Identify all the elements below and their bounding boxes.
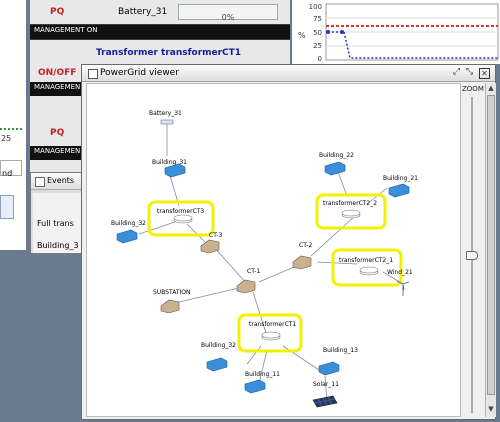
chart-tick-25: 25 — [313, 42, 322, 50]
zoom-panel: ZOOM — [462, 83, 484, 417]
graph-canvas[interactable]: Battery_31 Building_31 Building_32 trans… — [86, 83, 461, 417]
node-label-b21: Building_21 — [383, 175, 418, 182]
building-icon — [318, 361, 340, 376]
onoff-label: ON/OFF — [38, 68, 77, 78]
node-label-wind: Wind_21 — [387, 269, 413, 276]
node-label-b32a: Building_32 — [111, 220, 146, 227]
chart-window: % 100 75 50 25 0 — [292, 0, 500, 64]
maximize-icon[interactable]: ⤡ — [465, 68, 474, 77]
node-label-t22: transformerCT2_2 — [323, 200, 377, 207]
transformer-icon-top — [341, 209, 361, 217]
events-title: Events — [47, 176, 75, 185]
node-label-b31: Building_31 — [152, 159, 187, 166]
chart-tick-50: 50 — [313, 29, 322, 37]
chart-tick-100: 100 — [309, 3, 322, 11]
node-wind-21[interactable]: Wind_21 — [387, 269, 413, 296]
node-label-t1: transformerCT1 — [249, 321, 296, 328]
node-transformer-ct3[interactable]: transformerCT3 — [147, 200, 215, 237]
building-icon — [116, 229, 138, 244]
close-icon[interactable]: ✕ — [479, 68, 490, 79]
building-icon — [324, 161, 346, 176]
zoom-label: ZOOM — [462, 85, 484, 93]
battery-row: PQ Battery_31 0% — [30, 0, 290, 24]
left-chart-baseline — [0, 128, 22, 130]
node-label-b13: Building_13 — [323, 347, 358, 354]
minimize-icon[interactable]: ⤢ — [452, 68, 461, 77]
node-building-22[interactable]: Building_22 — [319, 152, 354, 176]
graph-svg: Battery_31 Building_31 Building_32 trans… — [111, 110, 418, 408]
left-button[interactable] — [0, 195, 14, 219]
building-icon — [388, 183, 410, 198]
events-header: Events — [31, 173, 86, 190]
transformer-title: Transformer transformerCT1 — [96, 48, 242, 58]
battery-name: Battery_31 — [118, 7, 168, 17]
chart-svg: % 100 75 50 25 0 — [298, 3, 499, 63]
building-icon — [244, 379, 266, 394]
scroll-down-arrow[interactable]: ▼ — [487, 405, 495, 413]
scroll-thumb[interactable] — [487, 95, 495, 395]
chart-blue-series — [328, 31, 498, 59]
transformer-icon-top — [261, 331, 281, 339]
node-label-ct2: CT-2 — [299, 242, 312, 249]
house-icon — [292, 255, 312, 270]
left-field-text: nd — [2, 169, 13, 178]
chart-blue-point-2 — [340, 30, 344, 34]
viewer-window-icon — [88, 69, 98, 79]
events-row-2[interactable]: Building_3 — [37, 241, 79, 250]
node-label-solar: Solar_11 — [313, 381, 339, 388]
management-label-1: MANAGEMENT ON — [30, 25, 290, 39]
battery-progress-text: 0% — [221, 13, 235, 22]
node-building-13[interactable]: Building_13 — [318, 347, 358, 376]
battery-icon — [160, 119, 174, 125]
node-label-b32b: Building_32 — [201, 342, 236, 349]
node-transformer-ct1[interactable]: transformerCT1 — [237, 313, 303, 353]
house-icon — [200, 239, 220, 254]
edge-ct3-ct1 — [212, 245, 248, 285]
node-building-11[interactable]: Building_11 — [244, 371, 280, 394]
node-label-ct3: CT-3 — [209, 232, 222, 239]
house-icon — [160, 299, 180, 314]
vertical-scrollbar[interactable]: ▲ ▼ — [485, 83, 496, 417]
node-label-ct1: CT-1 — [247, 268, 260, 275]
powergrid-viewer-window: PowerGrid viewer ⤢ ⤡ ✕ Battery_31 Buildi… — [81, 64, 496, 420]
node-ct-1[interactable]: CT-1 — [236, 268, 260, 294]
node-label-b22: Building_22 — [319, 152, 354, 159]
events-row-1[interactable]: Full trans — [37, 219, 74, 228]
node-label-battery: Battery_31 — [149, 110, 182, 117]
events-list: Full trans Building_3 — [33, 193, 84, 253]
node-ct-2[interactable]: CT-2 — [292, 242, 312, 270]
pq-label-2: PQ — [50, 128, 65, 138]
left-app-window: 25 nd — [0, 0, 26, 250]
node-building-32-left[interactable]: Building_32 — [111, 220, 146, 244]
events-checkbox[interactable] — [35, 177, 45, 187]
scroll-up-arrow[interactable]: ▲ — [487, 84, 495, 92]
node-battery-31[interactable]: Battery_31 — [149, 110, 182, 125]
edge-b32b-t1 — [246, 345, 262, 365]
battery-progress: 0% — [178, 4, 278, 22]
viewer-title: PowerGrid viewer — [100, 68, 179, 78]
node-label-t3: transformerCT3 — [157, 208, 204, 215]
transformer-icon-top — [173, 214, 193, 222]
chart-tick-0: 0 — [318, 55, 322, 63]
chart-ylabel: % — [298, 31, 306, 40]
left-field[interactable]: nd — [0, 160, 22, 178]
node-building-21[interactable]: Building_21 — [383, 175, 418, 198]
node-transformer-ct2-2[interactable]: transformerCT2_2 — [315, 193, 387, 230]
node-label-sub: SUBSTATION — [153, 289, 191, 296]
events-panel: Events Full trans Building_3 — [30, 172, 86, 254]
node-building-31[interactable]: Building_31 — [152, 159, 187, 178]
building-icon — [206, 357, 228, 372]
zoom-slider-handle[interactable] — [466, 251, 478, 260]
chart-blue-point-1 — [326, 30, 330, 34]
house-icon — [236, 279, 256, 294]
chart-tick-75: 75 — [313, 15, 322, 23]
node-label-b11: Building_11 — [245, 371, 280, 378]
node-label-t21: transformerCT2_1 — [339, 257, 393, 264]
transformer-icon-top — [359, 266, 379, 274]
node-transformer-ct2-1[interactable]: transformerCT2_1 — [331, 248, 403, 287]
battery-mode: PQ — [50, 7, 65, 17]
viewer-titlebar[interactable]: PowerGrid viewer ⤢ ⤡ ✕ — [82, 65, 495, 82]
node-building-32-bottom[interactable]: Building_32 — [201, 342, 236, 372]
left-tick-label: 25 — [1, 134, 12, 143]
